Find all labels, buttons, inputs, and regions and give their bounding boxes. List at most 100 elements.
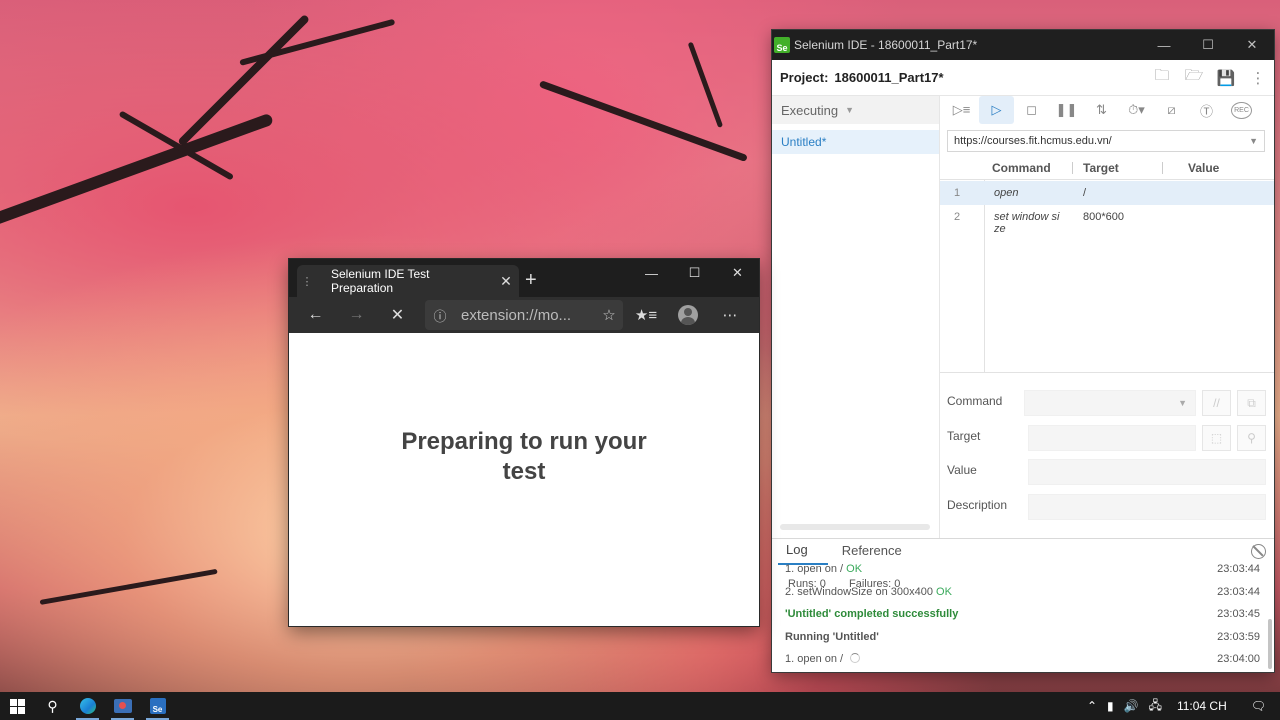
wallpaper-branch: [0, 112, 274, 227]
log-panel: Log Reference 1. open on / OK 23:03:44 2…: [772, 538, 1274, 672]
speed-icon[interactable]: ⏱▾: [1119, 96, 1154, 124]
more-icon[interactable]: ⋯: [709, 297, 751, 333]
notification-icon[interactable]: 🗨: [1237, 699, 1280, 713]
log-lines: 1. open on / OK 23:03:44 2. setWindowSiz…: [772, 559, 1274, 672]
browser-window: ⋮ Selenium IDE Test Preparation ✕ + — ☐ …: [289, 259, 759, 626]
info-icon[interactable]: ⓘ: [425, 306, 455, 325]
selenium-taskbar-icon[interactable]: Se: [140, 692, 175, 720]
minimize-button[interactable]: —: [1142, 30, 1186, 60]
command-table-body: 1 open / 2 set window si ze 800*600: [940, 181, 1274, 245]
browser-tab[interactable]: ⋮ Selenium IDE Test Preparation ✕: [297, 265, 519, 297]
new-folder-icon[interactable]: 🗀: [1146, 60, 1178, 96]
select-target-icon[interactable]: ⬚: [1202, 424, 1231, 451]
comment-button[interactable]: //: [1202, 390, 1231, 416]
row-command: set window si ze: [994, 211, 1060, 235]
log-message: Running 'Untitled': [785, 630, 879, 643]
project-name[interactable]: 18600011_Part17*: [834, 70, 1146, 85]
selenium-logo-icon: Se: [149, 698, 166, 714]
log-text: 2. setWindowSize on 300x400 OK: [785, 586, 952, 598]
log-entry: 1. open on / OK 23:03:44: [772, 559, 1274, 582]
windows-logo-icon: [10, 698, 25, 714]
volume-icon[interactable]: 🔊: [1119, 699, 1144, 713]
log-entry: 1. open on / 23:04:00: [772, 649, 1274, 672]
clear-log-icon[interactable]: [1251, 544, 1266, 559]
row-number: 1: [954, 187, 961, 199]
row-command: open: [994, 187, 1019, 199]
save-icon[interactable]: 💾: [1210, 60, 1242, 96]
project-bar: Project: 18600011_Part17* 🗀 🗁 💾 ⋮: [772, 60, 1274, 96]
log-message: 'Untitled' completed successfully: [785, 608, 959, 620]
caret-down-icon: ▼: [845, 105, 855, 115]
new-tab-icon[interactable]: +: [525, 269, 537, 292]
step-icon[interactable]: ⇅: [1084, 96, 1119, 124]
column-value: Value: [1188, 161, 1220, 175]
executing-label: Executing: [781, 102, 839, 118]
start-button[interactable]: [0, 692, 35, 720]
tab-title: Selenium IDE Test Preparation: [331, 267, 430, 295]
pause-exceptions-icon[interactable]: Ⓣ: [1189, 96, 1224, 124]
table-row[interactable]: 1 open /: [940, 181, 1274, 205]
battery-icon[interactable]: ▮: [1102, 699, 1119, 713]
table-row[interactable]: 2 set window si ze 800*600: [940, 205, 1274, 245]
avatar-icon: [678, 305, 698, 325]
command-table-header: Command Target Value: [940, 156, 1274, 180]
executing-dropdown[interactable]: Executing ▼: [772, 96, 939, 124]
minimize-button[interactable]: —: [630, 259, 673, 287]
log-time: 23:03:45: [1217, 608, 1260, 620]
maximize-button[interactable]: ☐: [673, 259, 716, 287]
network-icon[interactable]: 🖧: [1144, 696, 1167, 717]
row-target: 800*600: [1083, 211, 1124, 223]
tab-close-icon[interactable]: ✕: [493, 273, 519, 290]
ide-window-title: Selenium IDE - 18600011_Part17*: [794, 38, 978, 52]
favorite-star-icon[interactable]: ☆: [595, 306, 623, 324]
forward-icon[interactable]: →: [336, 297, 377, 333]
address-bar[interactable]: ⓘ extension://mo... ☆: [425, 300, 623, 330]
log-status: OK: [846, 563, 863, 575]
target-label: Target: [947, 428, 981, 443]
open-folder-icon[interactable]: 🗁: [1178, 60, 1210, 96]
value-field[interactable]: [1028, 459, 1266, 485]
close-button[interactable]: ✕: [716, 259, 759, 287]
wallpaper-branch: [39, 568, 218, 605]
record-label: REC: [1231, 101, 1252, 119]
back-icon[interactable]: ←: [295, 297, 336, 333]
search-icon[interactable]: ⚲: [35, 692, 70, 720]
value-label: Value: [947, 463, 977, 477]
base-url-select[interactable]: https://courses.fit.hcmus.edu.vn/ ▼: [947, 130, 1265, 152]
camera-app-taskbar-icon[interactable]: [105, 692, 140, 720]
command-editor: Command ▼ // ⧉ Target ⬚ ⚲ Value Descript…: [940, 388, 1274, 526]
test-item[interactable]: Untitled*: [772, 130, 939, 154]
disable-breakpoints-icon[interactable]: ⧄: [1154, 96, 1189, 124]
profile-avatar[interactable]: [667, 297, 709, 333]
clock[interactable]: 11:04 CH: [1167, 699, 1237, 713]
close-button[interactable]: ✕: [1230, 30, 1274, 60]
description-row: Description: [940, 492, 1274, 527]
chevron-up-icon[interactable]: ⌃: [1082, 699, 1102, 713]
description-field[interactable]: [1028, 493, 1266, 520]
row-target: /: [1083, 187, 1087, 199]
find-target-icon[interactable]: ⚲: [1237, 424, 1266, 451]
log-time: 23:04:00: [1217, 653, 1260, 665]
record-icon[interactable]: REC: [1224, 96, 1259, 124]
target-field[interactable]: [1028, 424, 1196, 451]
run-all-icon[interactable]: ▷≡: [944, 96, 979, 124]
log-text: 1. open on /: [785, 653, 861, 665]
open-reference-icon[interactable]: ⧉: [1237, 390, 1266, 416]
pause-icon[interactable]: ❚❚: [1049, 96, 1084, 124]
browser-window-controls: — ☐ ✕: [630, 259, 759, 287]
stop-icon[interactable]: ◻: [1014, 96, 1049, 124]
tab-actions-icon[interactable]: ⋮: [297, 275, 317, 288]
log-time: 23:03:44: [1217, 563, 1260, 575]
selenium-logo-icon: Se: [774, 37, 790, 53]
stop-loading-icon[interactable]: ✕: [377, 297, 418, 333]
run-icon[interactable]: ▷: [979, 96, 1014, 124]
log-scrollbar[interactable]: [1268, 619, 1272, 669]
command-field[interactable]: ▼: [1024, 390, 1196, 416]
favorites-icon[interactable]: ★≡: [625, 297, 667, 333]
more-vert-icon[interactable]: ⋮: [1242, 60, 1274, 96]
target-row: Target ⬚ ⚲: [940, 423, 1274, 458]
system-tray: ⌃ ▮ 🔊 🖧 11:04 CH 🗨: [1082, 692, 1280, 720]
page-heading: Preparing to run your test: [401, 428, 647, 485]
maximize-button[interactable]: ☐: [1186, 30, 1230, 60]
edge-taskbar-icon[interactable]: [70, 692, 105, 720]
